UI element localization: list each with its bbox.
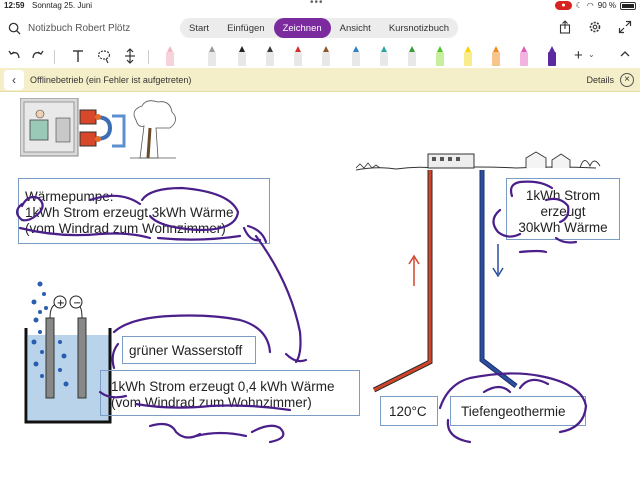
recording-indicator-icon: ●	[555, 1, 572, 10]
share-icon[interactable]	[558, 20, 572, 34]
undo-icon[interactable]	[6, 46, 22, 66]
insert-space-icon[interactable]	[122, 46, 138, 66]
pen-body	[294, 52, 302, 66]
pen-green[interactable]	[406, 46, 418, 66]
banner-message: Offlinebetrieb (ein Fehler ist aufgetret…	[30, 75, 192, 85]
pen-purple-selected[interactable]	[546, 46, 558, 66]
tab-einfuegen[interactable]: Einfügen	[218, 18, 274, 38]
multitasking-dots[interactable]: •••	[310, 0, 324, 8]
pen-body	[436, 52, 444, 66]
battery-icon	[620, 1, 636, 10]
redo-icon[interactable]	[30, 46, 46, 66]
status-bar: 12:59 Sonntag 25. Juni ••• ● ☾ ◠ 90 %	[0, 0, 640, 12]
pen-body	[408, 52, 416, 66]
top-bar: Notizbuch Robert Plötz Start Einfügen Ze…	[0, 12, 640, 44]
battery-percent: 90 %	[597, 1, 616, 10]
pen-body	[352, 52, 360, 66]
moon-icon: ☾	[575, 1, 583, 10]
geothermie-textbox[interactable]: 1kWh Strom erzeugt 30kWh Wärme	[506, 178, 620, 240]
search-icon[interactable]	[8, 22, 21, 35]
wasserstoff-label-box[interactable]: grüner Wasserstoff	[122, 336, 256, 364]
tab-start[interactable]: Start	[180, 18, 218, 38]
settings-icon[interactable]	[588, 20, 602, 34]
collapse-toolbar-icon[interactable]	[618, 48, 632, 62]
tiefengeothermie-box[interactable]: Tiefengeothermie	[450, 396, 586, 426]
close-icon[interactable]: ×	[620, 73, 634, 87]
top-icons	[558, 20, 632, 34]
pen-red[interactable]	[292, 46, 304, 66]
svg-text:−: −	[73, 298, 81, 309]
pen-black[interactable]	[236, 46, 248, 66]
toolbar-divider	[148, 50, 149, 64]
pen-teal[interactable]	[378, 46, 390, 66]
tab-ansicht[interactable]: Ansicht	[331, 18, 380, 38]
lasso-icon[interactable]	[96, 46, 112, 66]
pen-body	[238, 52, 246, 66]
pen-body	[208, 52, 216, 66]
wifi-icon: ◠	[586, 1, 594, 10]
pen-body	[266, 52, 274, 66]
pen-yellow[interactable]	[462, 46, 474, 66]
pen-brown[interactable]	[320, 46, 332, 66]
add-pen-button[interactable]: +	[574, 47, 583, 64]
expand-icon[interactable]	[618, 20, 632, 34]
heat-pump-illustration	[20, 98, 176, 159]
svg-text:+: +	[57, 298, 65, 309]
note-canvas[interactable]: + − Wärmepumpe: 1kWh Strom erzeugt 3kWh …	[0, 92, 640, 480]
pen-lime[interactable]	[434, 46, 446, 66]
pen-orange[interactable]	[490, 46, 502, 66]
pen-blue[interactable]	[350, 46, 362, 66]
pen-dark-gray[interactable]	[264, 46, 276, 66]
ribbon-tabs: Start Einfügen Zeichnen Ansicht Kursnoti…	[180, 18, 459, 38]
temperature-box[interactable]: 120°C	[380, 396, 438, 426]
wasserstoff-textbox[interactable]: 1kWh Strom erzeugt 0,4 kWh Wärme (vom Wi…	[100, 370, 360, 416]
pen-pink-highlighter[interactable]	[164, 46, 176, 66]
status-date: Sonntag 25. Juni	[32, 1, 93, 10]
tab-zeichnen[interactable]: Zeichnen	[273, 18, 331, 38]
toolbar-divider	[54, 50, 55, 64]
drawing-toolbar: + ⌄	[0, 44, 640, 68]
pen-body	[464, 52, 472, 66]
back-button[interactable]: ‹	[4, 70, 24, 90]
details-link[interactable]: Details	[586, 75, 614, 85]
pen-body	[166, 52, 174, 66]
pen-body	[322, 52, 330, 66]
pen-gray[interactable]	[206, 46, 218, 66]
tab-kursnotizbuch[interactable]: Kursnotizbuch	[380, 18, 458, 38]
pen-magenta[interactable]	[518, 46, 530, 66]
geothermal-pipes	[372, 170, 518, 393]
chevron-left-icon: ‹	[12, 73, 16, 87]
pen-body	[548, 52, 556, 66]
chevron-down-icon[interactable]: ⌄	[588, 50, 595, 59]
waermepumpe-textbox[interactable]: Wärmepumpe: 1kWh Strom erzeugt 3kWh Wärm…	[18, 178, 270, 244]
status-time: 12:59	[4, 1, 25, 10]
status-right: ● ☾ ◠ 90 %	[555, 1, 636, 10]
pen-body	[520, 52, 528, 66]
pen-body	[380, 52, 388, 66]
offline-banner: ‹ Offlinebetrieb (ein Fehler ist aufgetr…	[0, 68, 640, 92]
text-tool-icon[interactable]	[70, 46, 86, 66]
pen-body	[492, 52, 500, 66]
notebook-title[interactable]: Notizbuch Robert Plötz	[28, 23, 130, 34]
